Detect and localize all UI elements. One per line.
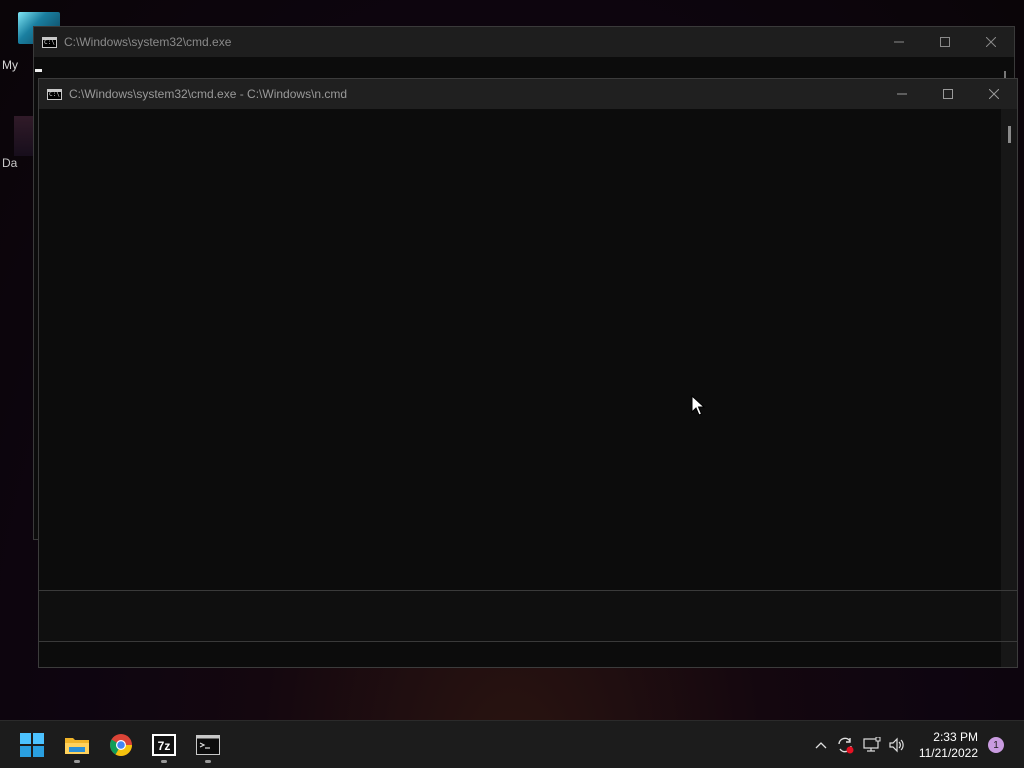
console-lower-area bbox=[39, 591, 1001, 641]
divider bbox=[39, 641, 1017, 642]
close-button[interactable] bbox=[971, 79, 1017, 109]
network-icon bbox=[863, 737, 881, 752]
maximize-button[interactable] bbox=[925, 79, 971, 109]
taskbar-chrome[interactable] bbox=[101, 725, 141, 765]
file-explorer-icon bbox=[65, 738, 89, 754]
volume-icon bbox=[889, 737, 904, 753]
window-title: C:\Windows\system32\cmd.exe bbox=[64, 35, 232, 49]
clock-time: 2:33 PM bbox=[933, 730, 978, 744]
maximize-icon bbox=[940, 37, 950, 47]
svg-text:7z: 7z bbox=[158, 739, 171, 753]
chrome-icon bbox=[110, 734, 132, 756]
taskbar-7zip[interactable]: 7z bbox=[144, 725, 184, 765]
minimize-icon bbox=[894, 41, 904, 43]
7zip-icon: 7z bbox=[152, 734, 176, 756]
sync-icon bbox=[838, 737, 854, 754]
maximize-button[interactable] bbox=[922, 27, 968, 57]
show-hidden-icons-button[interactable] bbox=[812, 721, 830, 768]
maximize-icon bbox=[943, 89, 953, 99]
title-bar[interactable]: C:\ C:\Windows\system32\cmd.exe bbox=[34, 27, 1014, 57]
notification-badge[interactable]: 1 bbox=[988, 737, 1004, 753]
clock-date: 11/21/2022 bbox=[918, 746, 978, 760]
cmd-window-front[interactable]: C:\ C:\Windows\system32\cmd.exe - C:\Win… bbox=[38, 78, 1018, 668]
desktop-icon-label: Da bbox=[2, 156, 18, 170]
minimize-button[interactable] bbox=[879, 79, 925, 109]
close-icon bbox=[989, 89, 999, 99]
mouse-pointer-icon bbox=[691, 395, 705, 416]
running-indicator bbox=[74, 760, 80, 763]
taskbar: 7z 2:33 PM 11/21/2022 1 bbox=[0, 720, 1024, 768]
taskbar-command-prompt[interactable] bbox=[188, 725, 228, 765]
windows-start-icon bbox=[20, 733, 44, 757]
running-indicator bbox=[161, 760, 167, 763]
close-button[interactable] bbox=[968, 27, 1014, 57]
sync-tray-button[interactable] bbox=[835, 721, 855, 768]
window-title: C:\Windows\system32\cmd.exe - C:\Windows… bbox=[69, 87, 348, 101]
network-tray-button[interactable] bbox=[862, 721, 882, 768]
start-button[interactable] bbox=[12, 725, 52, 765]
desktop-icon-label: My bbox=[2, 58, 18, 72]
cmd-icon bbox=[196, 735, 220, 755]
console-output[interactable] bbox=[39, 109, 1001, 590]
volume-tray-button[interactable] bbox=[887, 721, 907, 768]
scrollbar-thumb[interactable] bbox=[1008, 126, 1011, 143]
close-icon bbox=[986, 37, 996, 47]
running-indicator bbox=[205, 760, 211, 763]
title-bar[interactable]: C:\ C:\Windows\system32\cmd.exe - C:\Win… bbox=[39, 79, 1017, 109]
minimize-icon bbox=[897, 93, 907, 95]
chevron-up-icon bbox=[815, 742, 827, 749]
cmd-icon: C:\ bbox=[47, 88, 62, 100]
cmd-icon: C:\ bbox=[42, 36, 57, 48]
text-cursor bbox=[35, 69, 42, 72]
vertical-scrollbar[interactable] bbox=[1001, 109, 1017, 667]
clock[interactable]: 2:33 PM 11/21/2022 bbox=[919, 729, 978, 761]
taskbar-file-explorer[interactable] bbox=[57, 725, 97, 765]
minimize-button[interactable] bbox=[876, 27, 922, 57]
